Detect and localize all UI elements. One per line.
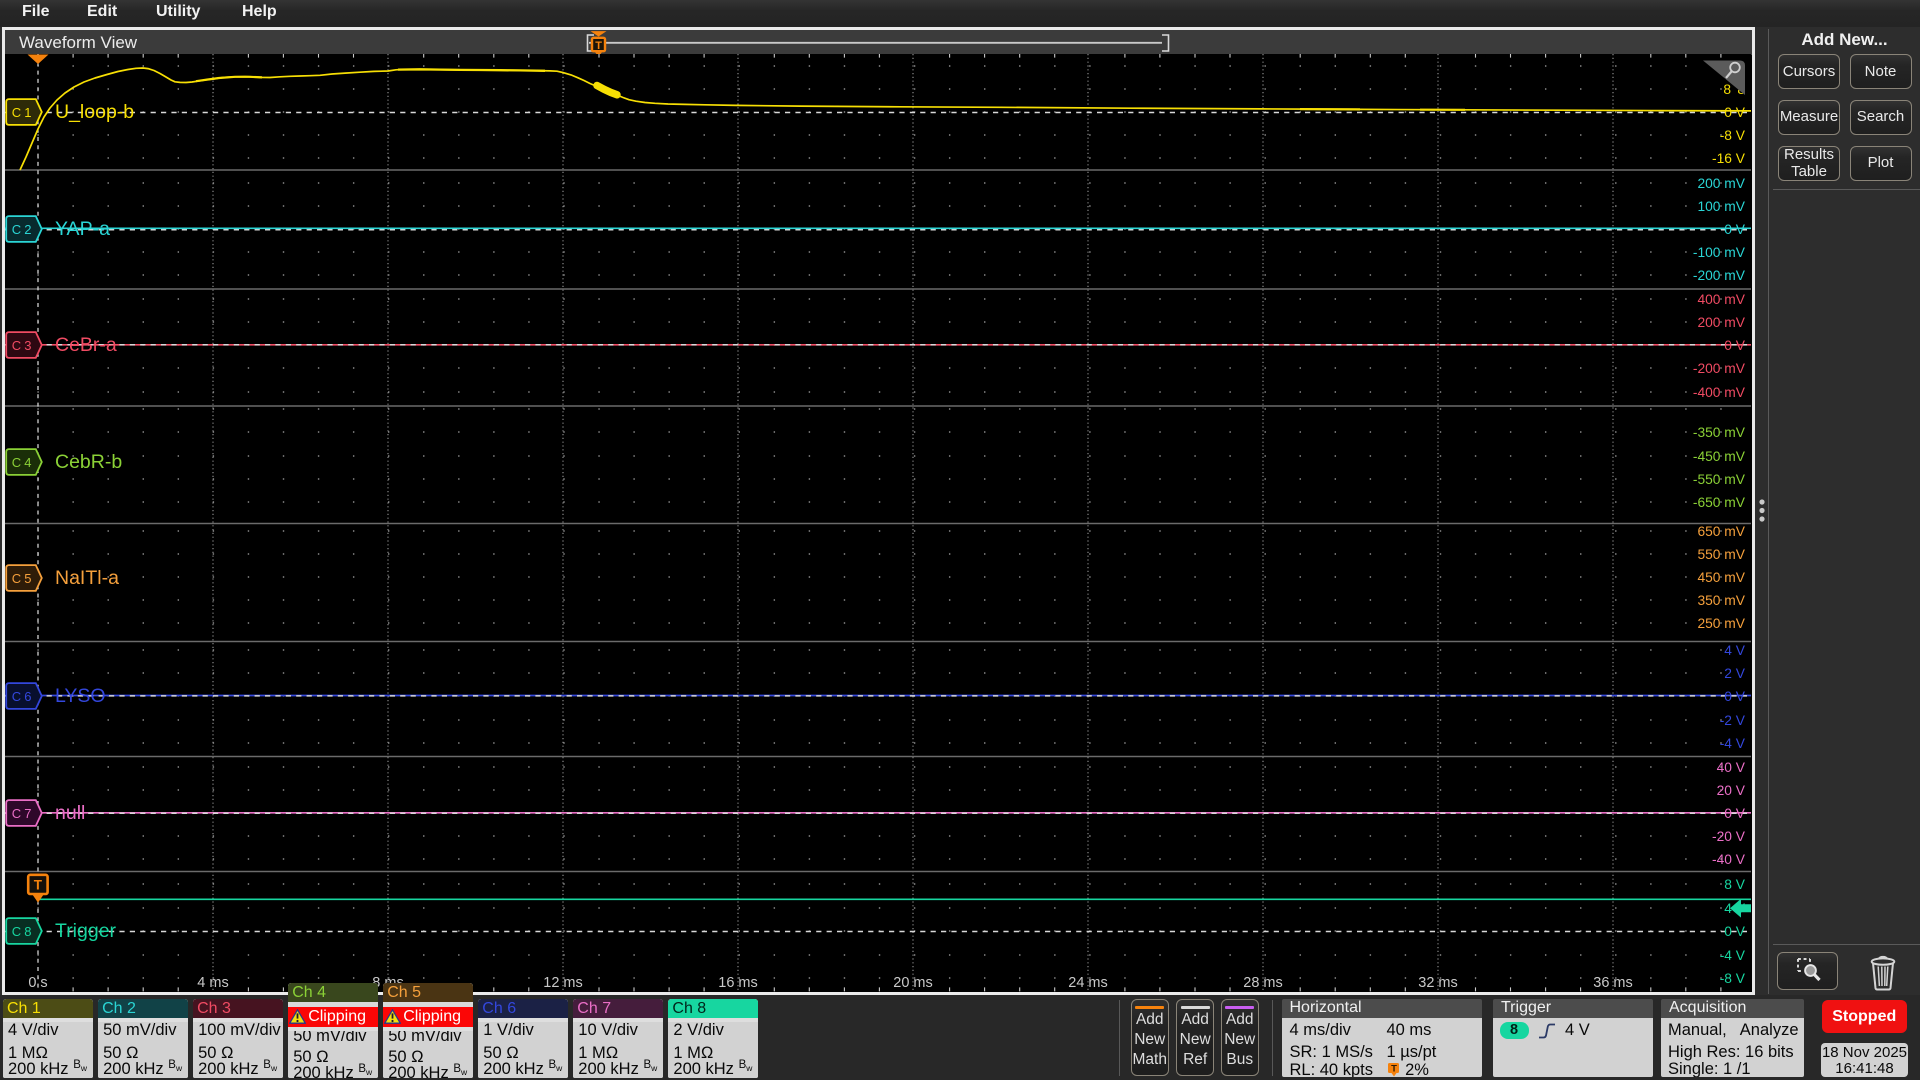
svg-text:20 ms: 20 ms [893, 975, 933, 991]
svg-text:-350 mV: -350 mV [1693, 425, 1746, 440]
svg-text:7: 7 [24, 806, 31, 821]
svg-text:-8 V: -8 V [1720, 128, 1746, 143]
svg-text:1: 1 [24, 105, 31, 120]
svg-text:8: 8 [24, 924, 31, 939]
svg-text:3: 3 [24, 338, 31, 353]
svg-text:CebR-b: CebR-b [55, 451, 122, 473]
svg-text:-400 mV: -400 mV [1693, 385, 1746, 400]
svg-text:40 V: 40 V [1717, 760, 1746, 775]
svg-text:4 V: 4 V [1724, 643, 1746, 658]
svg-text:-200 mV: -200 mV [1693, 361, 1746, 376]
svg-text:T: T [34, 878, 43, 893]
svg-text:Trigger: Trigger [55, 920, 117, 942]
svg-text:C: C [12, 924, 21, 939]
svg-text:0 V: 0 V [1724, 924, 1746, 939]
svg-text:-40 V: -40 V [1712, 852, 1746, 867]
svg-text:0 V: 0 V [1724, 338, 1746, 353]
svg-text:12 ms: 12 ms [543, 975, 583, 991]
svg-text:4 ms: 4 ms [197, 975, 228, 991]
svg-text:32 ms: 32 ms [1418, 975, 1458, 991]
svg-text:-450 mV: -450 mV [1693, 449, 1746, 464]
svg-text:NaITl-a: NaITl-a [55, 567, 119, 589]
svg-text:-16 V: -16 V [1712, 151, 1746, 166]
svg-text:CeBr-a: CeBr-a [55, 334, 117, 356]
svg-text:-200 mV: -200 mV [1693, 268, 1746, 283]
svg-text:C: C [12, 338, 21, 353]
svg-text:C: C [12, 222, 21, 237]
svg-text:0 V: 0 V [1724, 105, 1746, 120]
svg-text:100 mV: 100 mV [1697, 199, 1745, 214]
svg-text:C: C [12, 571, 21, 586]
svg-text:28 ms: 28 ms [1243, 975, 1283, 991]
svg-text:2 V: 2 V [1724, 666, 1746, 681]
svg-text:8: 8 [1723, 82, 1731, 97]
svg-text:LYSO: LYSO [55, 685, 106, 707]
svg-text:null: null [55, 802, 85, 824]
svg-text:0 V: 0 V [1724, 689, 1746, 704]
svg-text:-650 mV: -650 mV [1693, 495, 1746, 510]
svg-text:650 mV: 650 mV [1697, 524, 1745, 539]
svg-text:T: T [595, 39, 602, 51]
svg-text:5: 5 [24, 571, 31, 586]
svg-text:C: C [12, 806, 21, 821]
svg-text:C: C [12, 689, 21, 704]
svg-text:4: 4 [24, 455, 31, 470]
svg-text:0 V: 0 V [1724, 806, 1746, 821]
svg-text:-2 V: -2 V [1720, 713, 1746, 728]
svg-text:250 mV: 250 mV [1697, 616, 1745, 631]
svg-text:2: 2 [24, 222, 31, 237]
svg-text:-4 V: -4 V [1720, 948, 1746, 963]
svg-text:16 ms: 16 ms [718, 975, 758, 991]
svg-text:6: 6 [24, 689, 31, 704]
svg-text:350 mV: 350 mV [1697, 593, 1745, 608]
svg-text:-4 V: -4 V [1720, 736, 1746, 751]
svg-text:200 mV: 200 mV [1697, 315, 1745, 330]
svg-text:-20 V: -20 V [1712, 829, 1746, 844]
svg-text:24 ms: 24 ms [1068, 975, 1108, 991]
svg-text:450 mV: 450 mV [1697, 570, 1745, 585]
svg-text:36 ms: 36 ms [1593, 975, 1633, 991]
svg-text:U_loop-b: U_loop-b [55, 101, 134, 123]
svg-text:-100 mV: -100 mV [1693, 245, 1746, 260]
svg-text:C: C [12, 455, 21, 470]
svg-text:-8 V: -8 V [1720, 971, 1746, 986]
svg-text:YAP-a: YAP-a [55, 218, 110, 240]
svg-text:8 V: 8 V [1724, 877, 1746, 892]
svg-text:-550 mV: -550 mV [1693, 472, 1746, 487]
svg-text:0 V: 0 V [1724, 222, 1746, 237]
svg-text:C: C [12, 105, 21, 120]
svg-text:T: T [1391, 1064, 1397, 1075]
svg-text:550 mV: 550 mV [1697, 547, 1745, 562]
svg-text:400 mV: 400 mV [1697, 292, 1745, 307]
svg-text:20 V: 20 V [1717, 783, 1746, 798]
svg-text:0 s: 0 s [28, 975, 47, 991]
svg-text:200 mV: 200 mV [1697, 176, 1745, 191]
